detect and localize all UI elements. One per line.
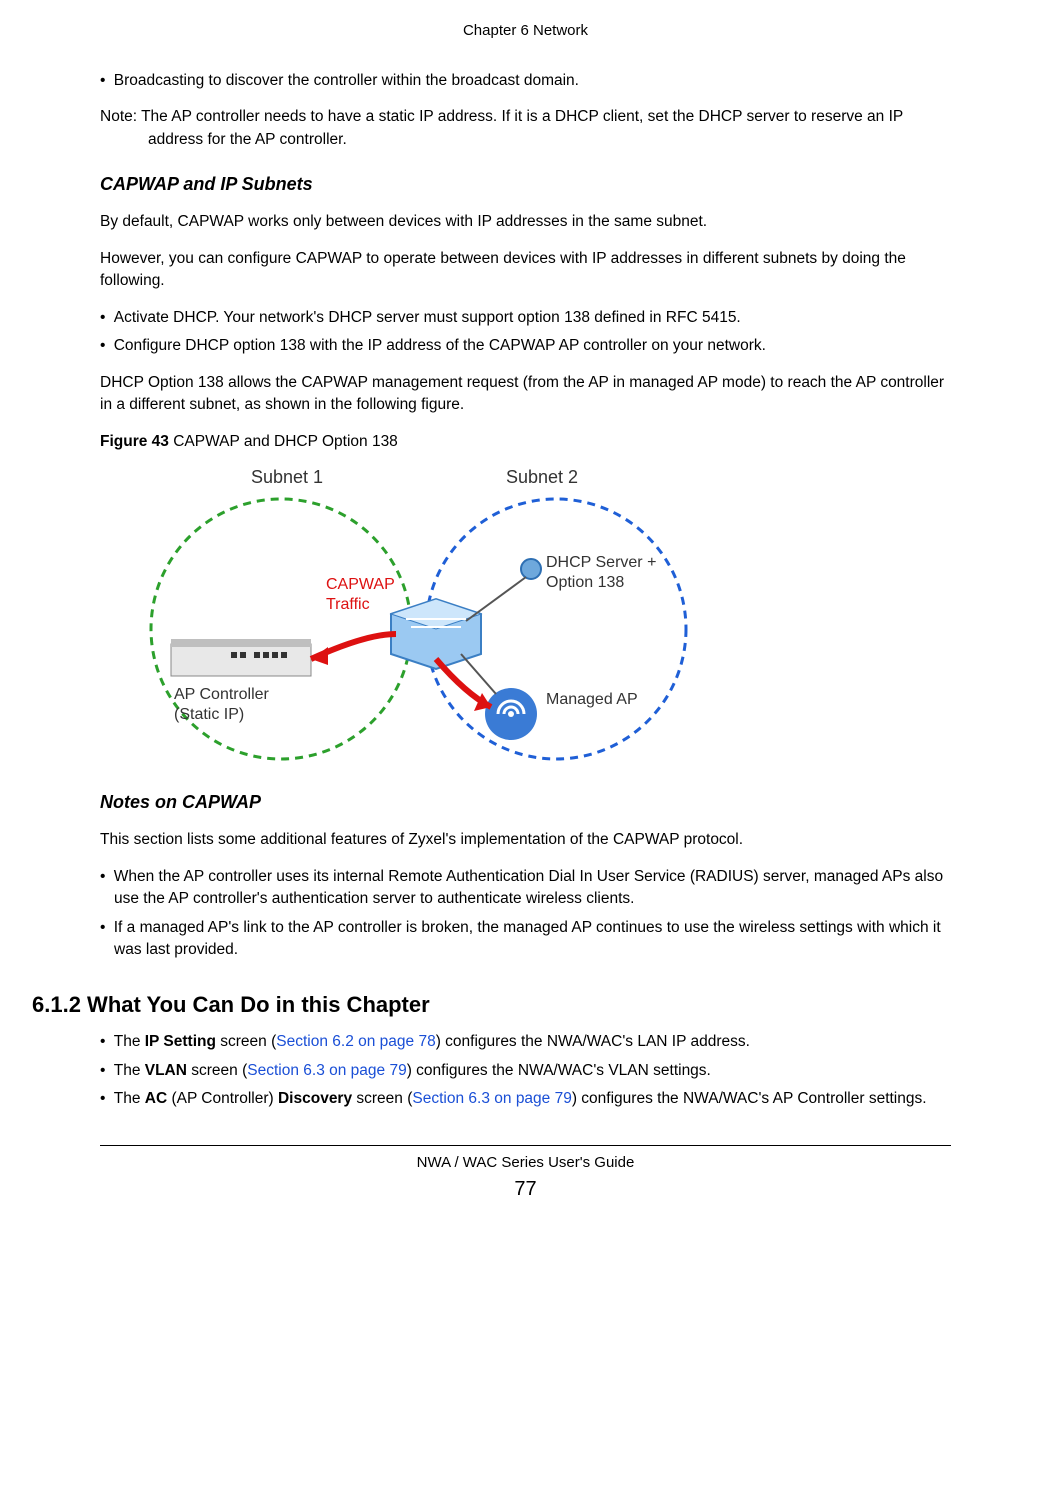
label-dhcp-1: DHCP Server + — [546, 554, 656, 571]
text: ) configures the NWA/WAC's LAN IP addres… — [436, 1033, 750, 1050]
cross-ref-link[interactable]: Section 6.2 on page 78 — [276, 1033, 435, 1050]
running-header: Chapter 6 Network — [100, 20, 951, 42]
text: The — [114, 1090, 145, 1107]
bullet-item: Broadcasting to discover the controller … — [100, 70, 951, 92]
bullet-item: Activate DHCP. Your network's DHCP serve… — [100, 307, 951, 329]
text: screen ( — [216, 1033, 276, 1050]
page-number: 77 — [100, 1175, 951, 1204]
label-ap-controller-1: AP Controller — [174, 686, 270, 703]
subheading-notes-capwap: Notes on CAPWAP — [100, 789, 951, 815]
bullet-list-mid: Activate DHCP. Your network's DHCP serve… — [100, 307, 951, 358]
label-subnet1: Subnet 1 — [251, 467, 323, 487]
paragraph: However, you can configure CAPWAP to ope… — [100, 248, 951, 293]
router-icon — [391, 599, 481, 669]
text: screen ( — [352, 1090, 412, 1107]
dhcp-server-icon — [521, 559, 541, 579]
label-traffic: Traffic — [326, 596, 370, 613]
cross-ref-link[interactable]: Section 6.3 on page 79 — [247, 1062, 406, 1079]
footer-guide-title: NWA / WAC Series User's Guide — [100, 1152, 951, 1174]
page-footer: NWA / WAC Series User's Guide 77 — [100, 1145, 951, 1205]
text: The — [114, 1033, 145, 1050]
label-managed-ap: Managed AP — [546, 691, 638, 708]
section-title: What You Can Do in this Chapter — [81, 992, 430, 1017]
text: ) configures the NWA/WAC's VLAN settings… — [407, 1062, 711, 1079]
bold-text: Discovery — [278, 1090, 352, 1107]
label-capwap: CAPWAP — [326, 576, 395, 593]
bold-text: IP Setting — [145, 1033, 216, 1050]
paragraph: By default, CAPWAP works only between de… — [100, 211, 951, 233]
section-number: 6.1.2 — [32, 992, 81, 1017]
paragraph: This section lists some additional featu… — [100, 829, 951, 851]
subheading-capwap-subnets: CAPWAP and IP Subnets — [100, 171, 951, 197]
bullet-list-cando: The IP Setting screen (Section 6.2 on pa… — [100, 1031, 951, 1110]
bullet-item: The AC (AP Controller) Discovery screen … — [100, 1088, 951, 1110]
figure-number: Figure 43 — [100, 433, 169, 450]
bullet-item: If a managed AP's link to the AP control… — [100, 917, 951, 962]
ap-controller-icon — [171, 639, 311, 676]
figure-caption: Figure 43 CAPWAP and DHCP Option 138 — [100, 431, 951, 453]
bullet-item: The IP Setting screen (Section 6.2 on pa… — [100, 1031, 951, 1053]
text: ) configures the NWA/WAC's AP Controller… — [572, 1090, 927, 1107]
bold-text: AC — [145, 1090, 167, 1107]
text: The — [114, 1062, 145, 1079]
text: (AP Controller) — [167, 1090, 278, 1107]
label-dhcp-2: Option 138 — [546, 574, 624, 591]
label-ap-controller-2: (Static IP) — [174, 706, 244, 723]
note-block: Note: The AP controller needs to have a … — [100, 106, 951, 151]
section-heading-6-1-2: 6.1.2 What You Can Do in this Chapter — [32, 989, 951, 1021]
bullet-item: The VLAN screen (Section 6.3 on page 79)… — [100, 1060, 951, 1082]
bullet-list-top: Broadcasting to discover the controller … — [100, 70, 951, 92]
paragraph: DHCP Option 138 allows the CAPWAP manage… — [100, 372, 951, 417]
bold-text: VLAN — [145, 1062, 187, 1079]
bullet-item: Configure DHCP option 138 with the IP ad… — [100, 335, 951, 357]
bullet-list-notes: When the AP controller uses its internal… — [100, 866, 951, 962]
figure-title: CAPWAP and DHCP Option 138 — [169, 433, 398, 450]
bullet-item: When the AP controller uses its internal… — [100, 866, 951, 911]
cross-ref-link[interactable]: Section 6.3 on page 79 — [412, 1090, 571, 1107]
label-subnet2: Subnet 2 — [506, 467, 578, 487]
managed-ap-icon — [485, 688, 537, 740]
figure-image: Subnet 1 Subnet 2 — [136, 459, 951, 769]
text: screen ( — [187, 1062, 247, 1079]
